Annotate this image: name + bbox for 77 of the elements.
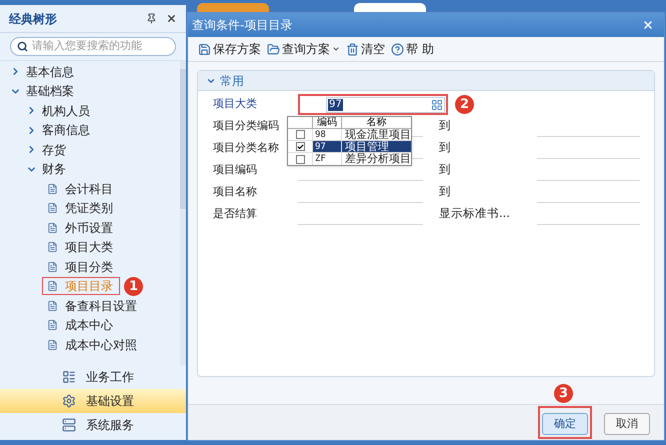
document-icon (47, 319, 58, 332)
tree-folder[interactable]: 机构人员 (42, 102, 90, 120)
field-label: 显示标准书... (439, 204, 511, 222)
nav-item[interactable]: 业务工作 (0, 365, 186, 389)
toolbar-button[interactable]: 保存方案 (198, 40, 261, 58)
table-cell: 97 (313, 141, 342, 152)
toolbar-button[interactable]: 查询方案 (267, 40, 340, 58)
column-header: 编码 (313, 117, 342, 128)
checkbox[interactable] (296, 154, 304, 164)
close-icon[interactable] (166, 13, 177, 24)
callout-badge: 1 (124, 276, 143, 296)
document-icon (47, 202, 58, 214)
tree-folder[interactable]: 存货 (42, 140, 66, 159)
server-icon (62, 418, 76, 432)
tree-item[interactable]: 成本中心 (42, 316, 120, 334)
field-label: 是否结算 (213, 206, 258, 222)
tree-item[interactable]: 会计科目 (42, 180, 120, 198)
field-label: 项目名称 (213, 184, 258, 200)
tree-folder[interactable]: 财务 (42, 160, 66, 178)
field-label: 项目编码 (213, 162, 258, 178)
document-icon (47, 280, 58, 292)
document-icon (47, 260, 58, 273)
tree-item[interactable]: 备查科目设置 (42, 296, 144, 315)
tree-item[interactable]: 项目大类 (42, 238, 120, 256)
grid-icon[interactable] (431, 98, 443, 110)
checkbox[interactable] (296, 142, 304, 151)
lookup-field[interactable]: 97 (326, 96, 445, 112)
section-title[interactable]: 常用 (220, 72, 244, 90)
field-label: 项目分类编码 (213, 118, 280, 134)
document-icon (47, 182, 58, 195)
tree-folder[interactable]: 基本信息 (26, 62, 74, 81)
field-label: 到 (439, 160, 452, 178)
field-label: 到 (439, 182, 452, 200)
search-icon (17, 41, 28, 52)
toolbar-button[interactable]: 清空 (346, 40, 385, 58)
tree-item[interactable]: 凭证类别 (42, 199, 120, 218)
dropdown-row[interactable]: ZF 差异分析项目 (288, 153, 411, 165)
pin-icon[interactable] (146, 13, 157, 24)
trash-icon (346, 42, 359, 56)
document-icon (47, 300, 58, 312)
tree-item[interactable]: 成本中心对照 (42, 336, 144, 354)
confirm-button[interactable]: 确定 (542, 413, 588, 436)
search-field[interactable]: 请输入您要搜索的功能 (10, 37, 176, 56)
check-icon (296, 142, 304, 150)
cancel-button[interactable]: 取消 (604, 413, 650, 436)
table-cell: 98 (313, 129, 342, 140)
table-cell-text: 差异分析项目 (344, 153, 411, 165)
tree-item[interactable]: 外币设置 (42, 218, 120, 237)
folder-icon (267, 42, 280, 56)
table-cell-text: 现金流里项目 (344, 129, 411, 140)
toolbar-button[interactable]: 帮 助 (391, 40, 434, 58)
document-icon (47, 241, 58, 254)
column-header: 名称 (366, 117, 388, 128)
table-cell: 项目管理 (342, 141, 411, 152)
document-icon (47, 222, 58, 234)
field-label: 到 (439, 116, 452, 134)
callout-badge: 3 (554, 384, 573, 403)
panel-title: 经典树形 (9, 10, 57, 28)
field-label: 到 (439, 138, 452, 156)
checkbox[interactable] (296, 130, 304, 139)
table-cell: ZF (313, 153, 342, 165)
gear-icon (62, 394, 76, 408)
field-label: 项目大类 (213, 96, 258, 112)
callout-badge: 2 (455, 95, 474, 114)
tree-item[interactable]: 项目分类 (42, 258, 120, 276)
nav-item[interactable]: 基础设置 (0, 389, 186, 413)
window-title: 查询条件-项目目录 (192, 17, 292, 34)
tree-folder[interactable]: 客商信息 (42, 121, 90, 140)
tree-folder[interactable]: 基础档案 (26, 82, 74, 100)
caret-icon (332, 45, 340, 53)
close-icon[interactable] (642, 19, 654, 31)
field-label: 项目分类名称 (213, 140, 280, 156)
scrollbar[interactable] (180, 61, 186, 365)
help-icon (391, 42, 404, 56)
nav-item[interactable]: 系统服务 (0, 413, 186, 437)
document-icon (47, 338, 58, 351)
dropdown-row[interactable]: 97 项目管理 (288, 141, 411, 153)
